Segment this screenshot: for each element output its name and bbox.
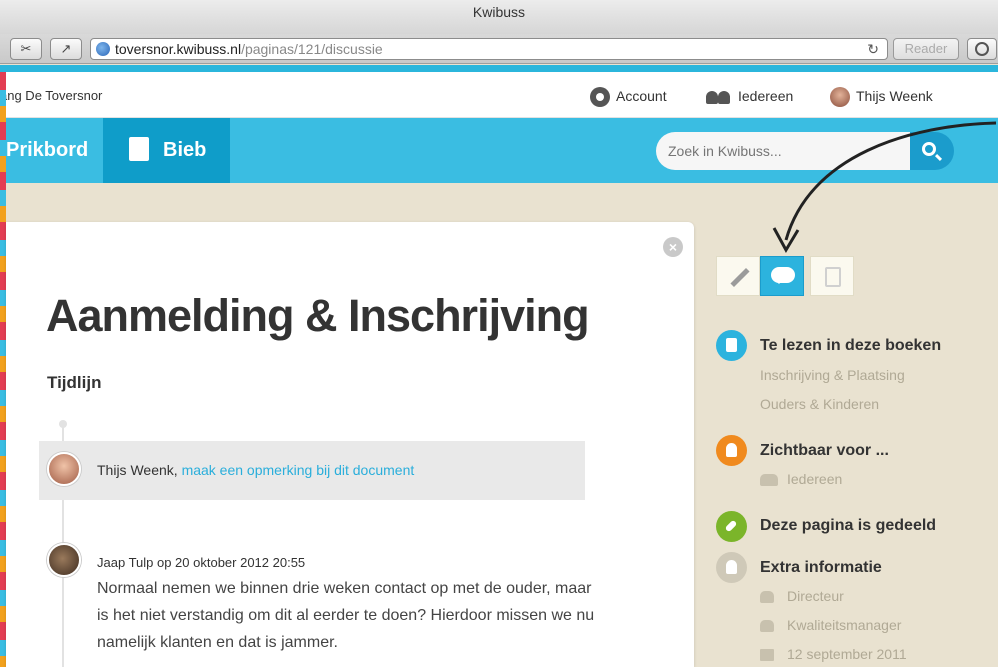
downloads-icon[interactable] (967, 38, 997, 60)
shared-heading[interactable]: Deze pagina is gedeeld (760, 517, 936, 535)
tab-bieb-label: Bieb (163, 139, 207, 161)
url-host: toversnor.kwibuss.nl (115, 41, 242, 57)
tab-bieb[interactable]: Bieb (103, 118, 230, 183)
book-icon (716, 330, 747, 361)
user-name: Thijs Weenk (856, 88, 933, 104)
person-icon (760, 620, 774, 632)
pencil-icon (730, 267, 750, 288)
people-icon (706, 90, 732, 105)
window-title-bar: Kwibuss (0, 0, 998, 34)
account-label: Account (616, 88, 667, 104)
book-link[interactable]: Inschrijving & Plaatsing (760, 367, 905, 383)
user-avatar (830, 87, 850, 108)
close-icon[interactable]: × (663, 237, 683, 257)
tab-prikbord[interactable]: Prikbord (6, 118, 104, 183)
window-title: Kwibuss (472, 4, 526, 20)
comment-author: Thijs Weenk, (97, 462, 178, 478)
reader-button[interactable]: Reader (893, 38, 959, 60)
avatar (47, 452, 81, 486)
accent-bar (0, 65, 998, 72)
visibility-heading: Zichtbaar voor ... (760, 442, 889, 459)
reload-icon[interactable]: ↻ (867, 39, 879, 59)
address-bar[interactable]: toversnor.kwibuss.nl/paginas/121/discuss… (90, 38, 888, 60)
discussion-button[interactable] (760, 256, 804, 296)
books-heading: Te lezen in deze boeken (760, 337, 942, 354)
scissors-icon[interactable]: ✂ (10, 38, 42, 60)
account-link[interactable]: Account (590, 86, 667, 108)
top-nav: ang De Toversnor Account Iedereen Thijs … (0, 72, 998, 118)
avatar (47, 543, 81, 577)
visibility-value: Iedereen (787, 471, 843, 487)
timeline-dot (59, 420, 67, 428)
post-body: Normaal nemen we binnen drie weken conta… (97, 580, 595, 651)
extra-info-heading: Extra informatie (760, 559, 882, 576)
annotation-arrow (772, 121, 997, 254)
everyone-link[interactable]: Iedereen (706, 86, 793, 106)
book-link[interactable]: Ouders & Kinderen (760, 396, 879, 412)
book-icon (129, 136, 149, 161)
tab-prikbord-label: Prikbord (6, 139, 89, 161)
share-icon[interactable]: ↗ (50, 38, 82, 60)
everyone-label: Iedereen (738, 88, 794, 104)
user-menu[interactable]: Thijs Weenk (830, 86, 933, 108)
school-name[interactable]: ang De Toversnor (0, 88, 102, 103)
person-icon (760, 591, 774, 603)
extra-info-item: 12 september 2011 (787, 646, 907, 662)
trash-icon (825, 267, 841, 287)
globe-icon (96, 42, 110, 56)
comment-icon (771, 267, 795, 284)
browser-toolbar: ✂ ↗ toversnor.kwibuss.nl/paginas/121/dis… (0, 34, 998, 64)
person-icon (716, 435, 747, 466)
calendar-icon (760, 649, 774, 661)
link-icon (716, 511, 747, 542)
add-comment-link[interactable]: maak een opmerking bij dit document (182, 462, 415, 478)
person-icon (716, 552, 747, 583)
edit-button[interactable] (716, 256, 760, 296)
post-meta: Jaap Tulp op 20 oktober 2012 20:55 (97, 555, 306, 570)
comment-prompt-text: Thijs Weenk, maak een opmerking bij dit … (97, 462, 414, 478)
delete-button[interactable] (810, 256, 854, 296)
page-title: Aanmelding & Inschrijving (46, 290, 590, 341)
extra-info-item: Directeur (787, 588, 844, 604)
extra-info-item: Kwaliteitsmanager (787, 617, 902, 633)
gear-icon (590, 87, 610, 108)
timeline-heading: Tijdlijn (47, 373, 102, 392)
people-icon (760, 474, 778, 486)
url-path: /paginas/121/discussie (241, 41, 383, 57)
